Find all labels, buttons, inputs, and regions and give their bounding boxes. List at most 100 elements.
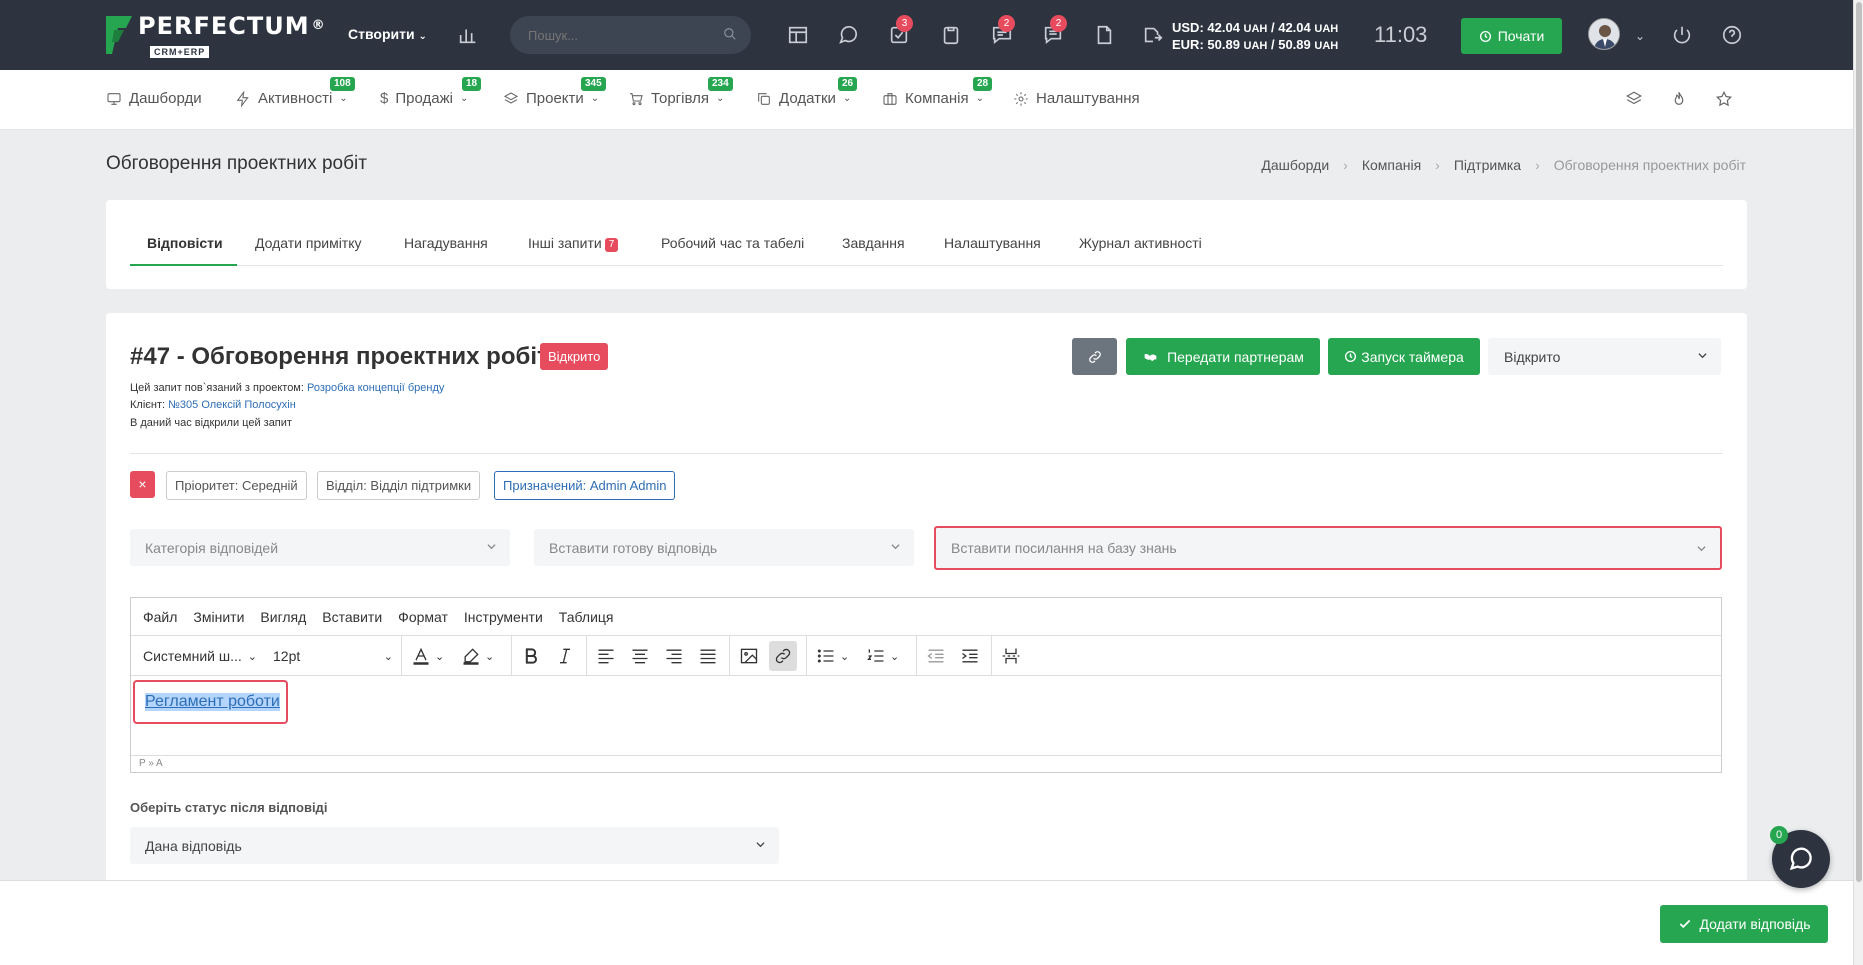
layout-icon[interactable] bbox=[786, 24, 810, 48]
breadcrumb-current: Обговорення проектних робіт bbox=[1553, 157, 1746, 173]
start-timer-ticket-button[interactable]: Запуск таймера bbox=[1328, 338, 1480, 375]
nav-item-company[interactable]: Компанія ⌄ 28 bbox=[882, 77, 993, 107]
star-icon[interactable] bbox=[1715, 90, 1733, 111]
nav-item-projects[interactable]: Проекти ⌄ 345 bbox=[503, 77, 606, 107]
status-select[interactable]: Відкрито bbox=[1488, 338, 1721, 375]
knowledge-base-select[interactable]: Вставити посилання на базу знань bbox=[934, 526, 1722, 570]
tab-label: Інші запити bbox=[528, 235, 602, 251]
layers-icon bbox=[503, 91, 519, 104]
rich-text-editor: Файл Змінити Вигляд Вставити Формат Інст… bbox=[130, 597, 1722, 773]
handshake-icon bbox=[1144, 353, 1157, 361]
breadcrumb-separator-icon: › bbox=[1343, 157, 1348, 173]
insert-image-button[interactable] bbox=[739, 644, 759, 668]
tab-settings[interactable]: Налаштування bbox=[944, 235, 1041, 251]
page-scrollbar[interactable] bbox=[1853, 0, 1863, 965]
editor-menu-insert[interactable]: Вставити bbox=[322, 609, 382, 625]
document-icon[interactable] bbox=[1092, 24, 1116, 48]
logo-mark-icon bbox=[106, 16, 132, 54]
status-badge: Відкрито bbox=[540, 343, 609, 370]
page-break-button[interactable] bbox=[1001, 644, 1021, 668]
editor-menu-view[interactable]: Вигляд bbox=[260, 609, 306, 625]
chat-bubble-icon[interactable] bbox=[836, 24, 860, 48]
insert-link-button[interactable] bbox=[769, 641, 797, 671]
nav-item-addons[interactable]: Додатки ⌄ 26 bbox=[756, 77, 858, 107]
align-left-button[interactable] bbox=[596, 644, 616, 668]
stats-icon[interactable] bbox=[456, 24, 480, 48]
editor-menu-table[interactable]: Таблиця bbox=[559, 609, 614, 625]
tab-add-note[interactable]: Додати примітку bbox=[255, 235, 362, 251]
tasks-badge: 3 bbox=[896, 15, 913, 32]
editor-menu-tools[interactable]: Інструменти bbox=[464, 609, 543, 625]
remove-tags-button[interactable]: × bbox=[130, 471, 155, 498]
toolbar-separator bbox=[401, 636, 402, 676]
start-timer-button[interactable]: Почати bbox=[1461, 18, 1562, 54]
highlight-color-button[interactable]: ⌄ bbox=[461, 644, 494, 668]
justify-button[interactable] bbox=[698, 644, 718, 668]
toolbar-separator bbox=[729, 636, 730, 676]
add-reply-button[interactable]: Додати відповідь bbox=[1660, 905, 1828, 943]
font-family-select[interactable]: Системний ш... ⌄ bbox=[143, 644, 261, 668]
nav-item-activities[interactable]: Активності ⌄ 108 bbox=[235, 77, 355, 107]
tab-reminders[interactable]: Нагадування bbox=[404, 235, 488, 251]
breadcrumb-item[interactable]: Підтримка bbox=[1454, 157, 1521, 173]
chat-widget-button[interactable]: 0 bbox=[1770, 826, 1830, 888]
ready-reply-select[interactable]: Вставити готову відповідь bbox=[534, 529, 914, 566]
tab-reply[interactable]: Відповісти bbox=[147, 235, 223, 251]
logo-subtitle: CRM+ERP bbox=[150, 46, 210, 58]
editor-menu-file[interactable]: Файл bbox=[143, 609, 177, 625]
align-center-button[interactable] bbox=[630, 644, 650, 668]
create-dropdown[interactable]: Створити ⌄ bbox=[348, 26, 427, 42]
nav-item-trade[interactable]: Торгівля ⌄ 234 bbox=[628, 77, 733, 107]
nav-label: Активності bbox=[258, 90, 333, 107]
avatar[interactable] bbox=[1588, 18, 1620, 50]
nav-item-sales[interactable]: $ Продажі ⌄ 18 bbox=[380, 77, 482, 107]
tab-activity-log[interactable]: Журнал активності bbox=[1079, 235, 1202, 251]
fire-icon[interactable] bbox=[1670, 90, 1688, 111]
client-link[interactable]: №305 Олексій Полосухін bbox=[168, 399, 296, 411]
indent-button[interactable] bbox=[960, 644, 980, 668]
regulations-link[interactable]: Регламент роботи bbox=[145, 693, 280, 711]
breadcrumb-item[interactable]: Компанія bbox=[1362, 157, 1421, 173]
toolbar-separator bbox=[586, 636, 587, 676]
layers-toggle-icon[interactable] bbox=[1625, 90, 1643, 111]
tab-timesheets[interactable]: Робочий час та табелі bbox=[661, 235, 804, 251]
priority-tag[interactable]: Пріоритет: Середній bbox=[166, 471, 307, 500]
bullet-list-button[interactable]: ⌄ bbox=[816, 644, 849, 668]
chevron-down-icon: ⌄ bbox=[890, 650, 900, 663]
editor-menu-edit[interactable]: Змінити bbox=[193, 609, 244, 625]
text-color-button[interactable]: ⌄ bbox=[411, 644, 444, 668]
status-after-reply-select[interactable]: Дана відповідь bbox=[130, 827, 779, 864]
outdent-button[interactable] bbox=[926, 644, 946, 668]
avatar-chevron-icon[interactable]: ⌄ bbox=[1628, 26, 1652, 50]
logo[interactable]: PERFECTUM ® CRM+ERP bbox=[104, 14, 326, 58]
breadcrumb-item[interactable]: Дашборди bbox=[1261, 157, 1329, 173]
search-input[interactable] bbox=[528, 27, 708, 43]
department-tag[interactable]: Відділ: Відділ підтримки bbox=[317, 471, 481, 500]
tab-other-requests[interactable]: Інші запити 7 bbox=[528, 235, 619, 252]
nav-item-settings[interactable]: Налаштування bbox=[1013, 90, 1140, 107]
tab-tasks[interactable]: Завдання bbox=[842, 235, 905, 251]
numbered-list-button[interactable]: ⌄ bbox=[866, 644, 899, 668]
italic-button[interactable] bbox=[555, 644, 575, 668]
chevron-down-icon: ⌄ bbox=[485, 650, 495, 663]
align-right-button[interactable] bbox=[664, 644, 684, 668]
currency-exchange-icon[interactable] bbox=[1141, 24, 1165, 48]
editor-content[interactable]: Регламент роботи bbox=[131, 676, 1721, 756]
reply-category-select[interactable]: Категорія відповідей bbox=[130, 529, 510, 566]
nav-badge: 28 bbox=[973, 77, 993, 91]
font-size-select[interactable]: 12pt ⌄ bbox=[273, 644, 393, 668]
help-icon[interactable] bbox=[1720, 24, 1744, 48]
nav-item-dashboards[interactable]: Дашборди bbox=[106, 90, 202, 107]
power-icon[interactable] bbox=[1670, 24, 1694, 48]
clipboard-icon[interactable] bbox=[939, 24, 963, 48]
transfer-partners-button[interactable]: Передати партнерам bbox=[1126, 338, 1320, 375]
copy-link-button[interactable] bbox=[1072, 338, 1117, 375]
assigned-tag[interactable]: Призначений: Admin Admin bbox=[494, 471, 676, 500]
project-prefix: Цей запит пов`язаний з проектом: bbox=[130, 382, 307, 394]
editor-menu-format[interactable]: Формат bbox=[398, 609, 448, 625]
project-link[interactable]: Розробка концепції бренду bbox=[307, 382, 444, 394]
scrollbar-thumb[interactable] bbox=[1856, 2, 1862, 882]
chevron-down-icon bbox=[891, 544, 900, 550]
search-icon[interactable] bbox=[723, 27, 737, 41]
bold-button[interactable] bbox=[521, 644, 541, 668]
